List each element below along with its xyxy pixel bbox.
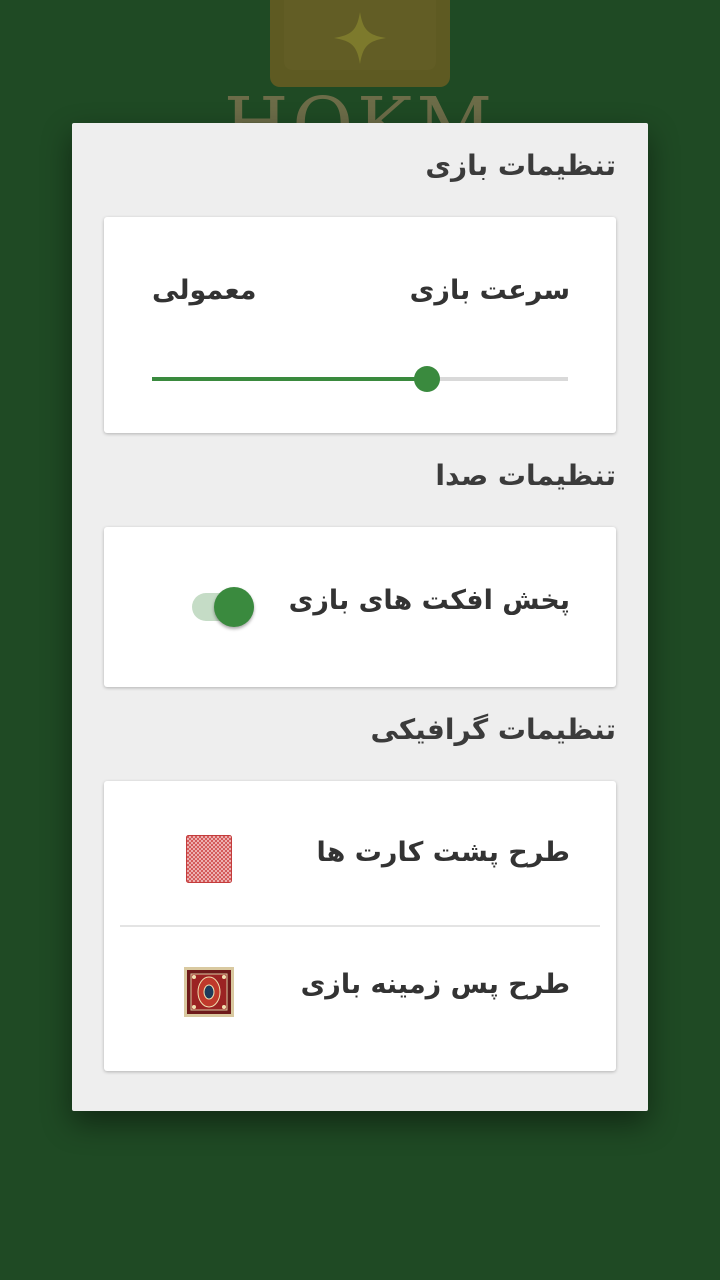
settings-dialog: تنظیمات بازی سرعت بازی معمولی تنظیمات صد… [72, 123, 648, 1111]
game-speed-label: سرعت بازی [409, 275, 570, 306]
toggle-thumb [214, 587, 254, 627]
game-speed-value: معمولی [152, 275, 257, 306]
game-settings-title: تنظیمات بازی [425, 149, 616, 182]
sound-effects-toggle[interactable] [192, 587, 258, 627]
graphics-card: طرح پشت کارت ها طرح پس زمینه بازی [104, 781, 616, 1071]
graphics-settings-title: تنظیمات گرافیکی [370, 713, 617, 746]
persian-rug-icon[interactable] [184, 967, 234, 1017]
card-back-pattern-icon[interactable] [186, 835, 232, 883]
sound-effects-card: پخش افکت های بازی [104, 527, 616, 687]
sound-settings-title: تنظیمات صدا [435, 459, 616, 492]
slider-fill [152, 377, 427, 381]
game-logo-text: HOKM [200, 88, 520, 128]
slider-thumb[interactable] [413, 366, 440, 392]
game-speed-card: سرعت بازی معمولی [104, 217, 616, 433]
background-label[interactable]: طرح پس زمینه بازی [301, 969, 570, 1000]
divider [120, 925, 600, 927]
logo-star-icon [334, 12, 386, 64]
sound-effects-label: پخش افکت های بازی [288, 585, 570, 616]
card-back-label[interactable]: طرح پشت کارت ها [317, 837, 570, 868]
game-speed-slider[interactable] [152, 366, 568, 392]
